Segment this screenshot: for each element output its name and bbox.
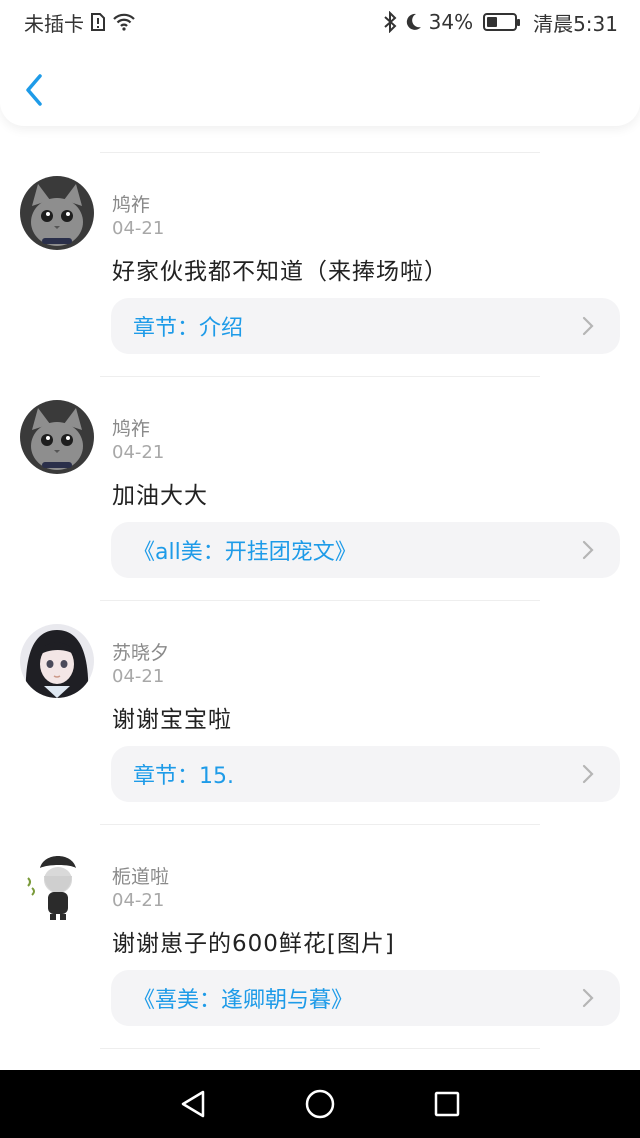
comment-username[interactable]: 鸠祚 <box>112 190 150 217</box>
status-right: 34% 清晨5:31 <box>383 8 618 37</box>
divider <box>100 600 540 601</box>
comment-date: 04-21 <box>112 218 165 239</box>
chibi-character-avatar[interactable] <box>20 848 94 922</box>
comment-content: 加油大大 <box>112 483 208 509</box>
sim-alert-icon <box>90 12 106 32</box>
bluetooth-icon <box>383 11 397 33</box>
divider <box>100 1048 540 1049</box>
comment-date: 04-21 <box>112 442 165 463</box>
wifi-icon <box>112 12 136 32</box>
system-nav-bar <box>0 1070 640 1138</box>
divider <box>100 824 540 825</box>
book-link-label: 《all美：开挂团宠文》 <box>133 540 357 565</box>
comment-item: 栀道啦 04-21 谢谢崽子的600鲜花[图片] 《喜美：逢卿朝与暮》 <box>0 848 640 1070</box>
moon-icon <box>403 12 423 32</box>
chapter-link[interactable]: 章节：介绍 <box>111 298 620 354</box>
comment-item: 鸠祚 04-21 好家伙我都不知道（来捧场啦） 章节：介绍 <box>0 176 640 400</box>
gray-cat-avatar[interactable] <box>20 400 94 474</box>
back-button[interactable] <box>18 70 50 110</box>
book-link[interactable]: 《all美：开挂团宠文》 <box>111 522 620 578</box>
book-link-label: 《喜美：逢卿朝与暮》 <box>133 988 354 1013</box>
comment-content: 谢谢宝宝啦 <box>112 707 232 733</box>
comment-username[interactable]: 苏晓夕 <box>112 638 169 665</box>
carrier-text: 未插卡 <box>24 11 84 36</box>
chapter-link-label: 章节：介绍 <box>133 316 244 341</box>
status-bar: 未插卡 34% 清晨5:31 <box>0 0 640 44</box>
nav-home-button[interactable] <box>300 1084 340 1124</box>
comment-item: 鸠祚 04-21 加油大大 《all美：开挂团宠文》 <box>0 400 640 624</box>
comment-date: 04-21 <box>112 666 165 687</box>
app-bar <box>0 44 640 126</box>
chevron-right-icon <box>582 316 594 336</box>
status-left: 未插卡 <box>24 8 136 37</box>
chevron-right-icon <box>582 988 594 1008</box>
nav-back-button[interactable] <box>173 1084 213 1124</box>
divider <box>100 376 540 377</box>
chevron-left-icon <box>26 74 42 106</box>
battery-icon <box>483 13 521 31</box>
gray-cat-avatar[interactable] <box>20 176 94 250</box>
comment-item: 苏晓夕 04-21 谢谢宝宝啦 章节：15. <box>0 624 640 848</box>
comment-feed[interactable]: 鸠祚 04-21 好家伙我都不知道（来捧场啦） 章节：介绍 鸠祚 04-21 加… <box>0 126 640 1070</box>
battery-percent: 34% <box>428 10 474 34</box>
comment-content: 谢谢崽子的600鲜花[图片] <box>112 931 395 957</box>
chevron-right-icon <box>582 540 594 560</box>
divider <box>100 152 540 153</box>
comment-username[interactable]: 栀道啦 <box>112 862 169 889</box>
chevron-right-icon <box>582 764 594 784</box>
triangle-back-icon <box>182 1090 205 1118</box>
comment-date: 04-21 <box>112 890 165 911</box>
square-recents-icon <box>434 1091 459 1117</box>
comment-username[interactable]: 鸠祚 <box>112 414 150 441</box>
clock-time: 清晨5:31 <box>533 11 618 36</box>
anime-girl-avatar[interactable] <box>20 624 94 698</box>
book-link[interactable]: 《喜美：逢卿朝与暮》 <box>111 970 620 1026</box>
chapter-link-label: 章节：15. <box>133 764 234 789</box>
comment-content: 好家伙我都不知道（来捧场啦） <box>112 259 448 285</box>
nav-recents-button[interactable] <box>427 1084 467 1124</box>
chapter-link[interactable]: 章节：15. <box>111 746 620 802</box>
circle-home-icon <box>305 1089 335 1119</box>
